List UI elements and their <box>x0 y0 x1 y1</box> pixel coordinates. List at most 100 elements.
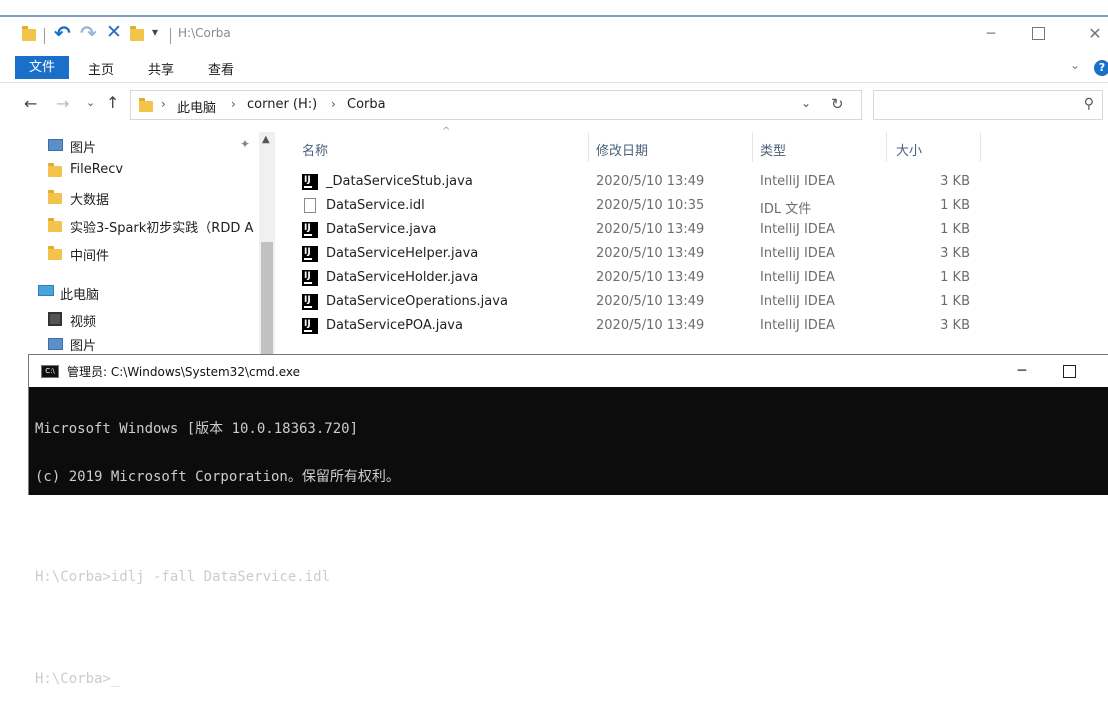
folder-icon <box>48 246 62 260</box>
scroll-up-icon[interactable]: ▲ <box>262 134 270 145</box>
tab-share[interactable]: 共享 <box>148 59 174 78</box>
breadcrumb-sep-icon: › <box>231 97 236 111</box>
customize-qat-icon[interactable]: ▾ <box>152 25 158 39</box>
nav-item-filerecv[interactable]: FileRecv <box>48 159 258 183</box>
ribbon-divider <box>0 82 1108 83</box>
pictures-icon <box>48 338 63 350</box>
forward-icon[interactable]: → <box>56 94 69 113</box>
file-date: 2020/5/10 13:49 <box>596 222 705 237</box>
new-folder-icon[interactable] <box>130 26 144 41</box>
delete-icon[interactable]: ✕ <box>106 21 122 43</box>
qat-separator <box>44 28 45 44</box>
file-name: DataServiceHolder.java <box>326 270 479 285</box>
cmd-maximize-button[interactable] <box>1063 365 1076 378</box>
nav-item-this-pc[interactable]: 此电脑 <box>38 281 248 305</box>
search-input[interactable]: ⚲ <box>873 90 1103 120</box>
refresh-icon[interactable]: ↻ <box>831 95 844 113</box>
nav-item-label: 大数据 <box>70 193 110 208</box>
computer-icon <box>38 285 54 296</box>
table-row[interactable]: IJ DataService.java 2020/5/10 13:49 Inte… <box>296 218 996 242</box>
intellij-icon: IJ <box>302 246 318 262</box>
close-button[interactable]: ✕ <box>1082 21 1108 47</box>
nav-item-pictures[interactable]: 图片 ✦ <box>48 134 258 158</box>
breadcrumb-folder[interactable]: Corba <box>347 97 386 112</box>
table-row[interactable]: IJ _DataServiceStub.java 2020/5/10 13:49… <box>296 170 996 194</box>
file-name: DataService.java <box>326 222 437 237</box>
cmd-window[interactable]: C:\ 管理员: C:\Windows\System32\cmd.exe ─ M… <box>28 354 1108 687</box>
nav-item-label: 图片 <box>70 141 97 156</box>
table-row[interactable]: DataService.idl 2020/5/10 10:35 IDL 文件 1… <box>296 194 996 218</box>
table-row[interactable]: IJ DataServicePOA.java 2020/5/10 13:49 I… <box>296 314 996 338</box>
address-dropdown-icon[interactable]: ⌄ <box>801 96 811 110</box>
file-name: DataServiceOperations.java <box>326 294 508 309</box>
pin-icon[interactable]: ✦ <box>240 137 250 151</box>
cmd-output[interactable]: Microsoft Windows [版本 10.0.18363.720] (c… <box>35 389 1095 719</box>
recent-locations-icon[interactable]: ⌄ <box>86 96 95 109</box>
cmd-icon: C:\ <box>41 365 59 378</box>
intellij-icon: IJ <box>302 222 318 238</box>
cmd-line: Microsoft Windows [版本 10.0.18363.720] <box>35 421 359 437</box>
nav-item-middleware[interactable]: 中间件 <box>48 242 258 266</box>
maximize-button[interactable] <box>1032 27 1045 40</box>
up-icon[interactable]: ↑ <box>106 93 119 112</box>
navigation-pane: 图片 ✦ FileRecv 大数据 实验3-Spark初步实践（RDD A 中间… <box>0 132 280 362</box>
intellij-icon: IJ <box>302 318 318 334</box>
minimize-button[interactable]: ─ <box>978 21 1004 47</box>
cmd-titlebar[interactable]: C:\ 管理员: C:\Windows\System32\cmd.exe ─ <box>29 355 1108 387</box>
file-size: 3 KB <box>940 246 970 261</box>
file-date: 2020/5/10 13:49 <box>596 174 705 189</box>
column-header-name[interactable]: 名称 <box>302 140 328 159</box>
undo-icon[interactable]: ↶ <box>54 21 71 45</box>
help-icon[interactable]: ? <box>1094 60 1108 76</box>
file-icon <box>304 198 316 213</box>
nav-item-label: FileRecv <box>70 162 124 177</box>
expand-ribbon-icon[interactable]: ⌄ <box>1070 58 1080 72</box>
table-row[interactable]: IJ DataServiceHelper.java 2020/5/10 13:4… <box>296 242 996 266</box>
breadcrumb-this-pc[interactable]: 此电脑 <box>177 97 216 116</box>
table-row[interactable]: IJ DataServiceHolder.java 2020/5/10 13:4… <box>296 266 996 290</box>
tab-file[interactable]: 文件 <box>15 56 69 79</box>
breadcrumb-sep-icon: › <box>331 97 336 111</box>
nav-item-pictures-2[interactable]: 图片 <box>48 332 258 356</box>
folder-icon <box>48 218 62 232</box>
scrollbar-thumb[interactable] <box>261 242 273 362</box>
file-size: 1 KB <box>940 270 970 285</box>
file-type: IntelliJ IDEA <box>760 222 835 237</box>
column-header-date[interactable]: 修改日期 <box>596 140 648 159</box>
file-date: 2020/5/10 13:49 <box>596 270 705 285</box>
address-folder-icon <box>139 98 153 112</box>
navigation-bar: ← → ⌄ ↑ › 此电脑 › corner (H:) › Corba ⌄ ↻ … <box>0 88 1108 122</box>
intellij-icon: IJ <box>302 270 318 286</box>
file-name: DataServiceHelper.java <box>326 246 479 261</box>
column-header-type[interactable]: 类型 <box>760 140 786 159</box>
nav-item-videos[interactable]: 视频 <box>48 308 258 332</box>
title-separator <box>170 28 171 44</box>
nav-scrollbar[interactable]: ▲ <box>259 132 275 362</box>
nav-item-spark[interactable]: 实验3-Spark初步实践（RDD A <box>48 214 258 238</box>
intellij-icon: IJ <box>302 174 318 190</box>
file-size: 1 KB <box>940 294 970 309</box>
window-title: H:\Corba <box>178 26 231 40</box>
search-icon: ⚲ <box>1083 96 1094 112</box>
ribbon-tabs: 文件 主页 共享 查看 ⌄ ? <box>0 55 1108 81</box>
cmd-line: H:\Corba>idlj -fall DataService.idl <box>35 569 331 585</box>
pictures-icon <box>48 139 63 151</box>
table-row[interactable]: IJ DataServiceOperations.java 2020/5/10 … <box>296 290 996 314</box>
cmd-minimize-button[interactable]: ─ <box>1009 359 1035 383</box>
file-type: IntelliJ IDEA <box>760 246 835 261</box>
back-icon[interactable]: ← <box>24 94 37 113</box>
folder-icon <box>48 163 62 177</box>
column-header-size[interactable]: 大小 <box>896 140 922 159</box>
folder-icon <box>22 26 36 41</box>
nav-item-bigdata[interactable]: 大数据 <box>48 186 258 210</box>
address-box[interactable]: › 此电脑 › corner (H:) › Corba ⌄ ↻ <box>130 90 862 120</box>
file-name: _DataServiceStub.java <box>326 174 473 189</box>
file-size: 3 KB <box>940 318 970 333</box>
breadcrumb-drive[interactable]: corner (H:) <box>247 97 317 112</box>
redo-icon[interactable]: ↷ <box>80 21 97 45</box>
file-date: 2020/5/10 13:49 <box>596 246 705 261</box>
tab-view[interactable]: 查看 <box>208 59 234 78</box>
tab-home[interactable]: 主页 <box>88 59 114 78</box>
explorer-titlebar: ↶ ↷ ✕ ▾ H:\Corba ─ ✕ <box>0 17 1108 55</box>
file-type: IntelliJ IDEA <box>760 294 835 309</box>
